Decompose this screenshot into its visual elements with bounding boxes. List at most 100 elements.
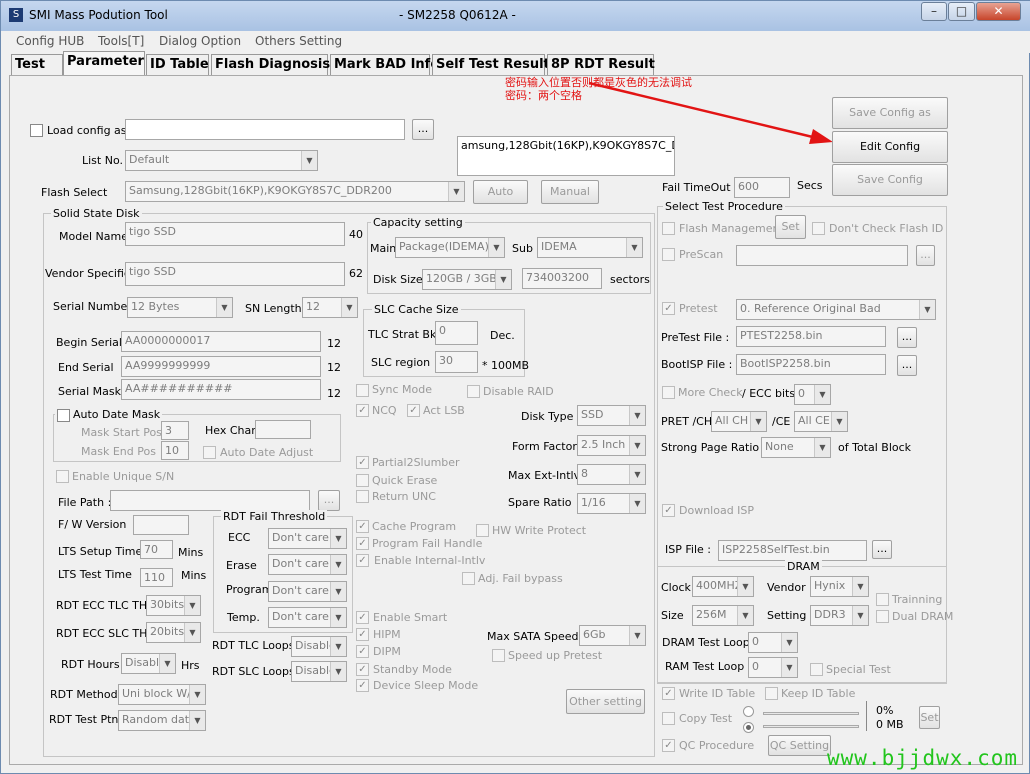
- program-threshold-select[interactable]: Don't care ▼: [268, 581, 347, 602]
- clock-select[interactable]: 400MHZ ▼: [692, 576, 754, 597]
- tab-id-table[interactable]: ID Table: [146, 54, 209, 75]
- pretest-file-input[interactable]: PTEST2258.bin: [736, 326, 886, 347]
- dipm-checkbox[interactable]: ✓: [356, 645, 369, 658]
- temp-threshold-select[interactable]: Don't care ▼: [268, 607, 347, 628]
- ecc-threshold-select[interactable]: Don't care ▼: [268, 528, 347, 549]
- adj-fail-bypass-checkbox[interactable]: [462, 572, 475, 585]
- load-config-browse-button[interactable]: ...: [412, 119, 434, 140]
- serial-number-select[interactable]: 12 Bytes ▼: [127, 297, 233, 318]
- max-ext-intlv-select[interactable]: 8 ▼: [577, 464, 646, 485]
- size-select[interactable]: 256M ▼: [692, 605, 754, 626]
- copy-test-slider-2[interactable]: [763, 725, 859, 728]
- keep-id-table-checkbox[interactable]: [765, 687, 778, 700]
- enable-smart-checkbox[interactable]: ✓: [356, 611, 369, 624]
- speed-up-pretest-checkbox[interactable]: [492, 649, 505, 662]
- tab-mark-bad-info[interactable]: Mark BAD Info: [330, 54, 439, 75]
- begin-serial-input[interactable]: AA0000000017: [121, 331, 321, 352]
- hw-write-protect-checkbox[interactable]: [476, 524, 489, 537]
- save-config-as-button[interactable]: Save Config as: [832, 97, 948, 129]
- rdt-hours-select[interactable]: Disable ▼: [121, 653, 176, 674]
- bootisp-file-input[interactable]: BootISP2258.bin: [736, 354, 886, 375]
- disable-raid-checkbox[interactable]: [467, 385, 480, 398]
- ncq-checkbox[interactable]: ✓: [356, 404, 369, 417]
- flash-select-dropdown[interactable]: Samsung,128Gbit(16KP),K9OKGY8S7C_DDR200 ▼: [125, 181, 465, 202]
- vendor-select[interactable]: Hynix ▼: [810, 576, 869, 597]
- flash-management-set-button[interactable]: Set: [775, 215, 806, 239]
- rdt-tlc-loops-select[interactable]: Disable ▼: [291, 636, 347, 657]
- other-setting-button[interactable]: Other setting: [566, 689, 645, 714]
- auto-date-adjust-checkbox[interactable]: [203, 446, 216, 459]
- prescan-checkbox[interactable]: [662, 248, 675, 261]
- dram-test-loop-select[interactable]: 0 ▼: [748, 632, 798, 653]
- max-sata-speed-select[interactable]: 6Gb ▼: [579, 625, 646, 646]
- qc-setting-button[interactable]: QC Setting: [768, 735, 831, 756]
- tab-test[interactable]: Test: [11, 54, 63, 75]
- flash-management-checkbox[interactable]: [662, 222, 675, 235]
- training-checkbox[interactable]: [876, 593, 889, 606]
- close-button[interactable]: ✕: [976, 2, 1021, 21]
- strong-page-ratio-select[interactable]: None ▼: [761, 437, 831, 458]
- mask-end-input[interactable]: 10: [161, 441, 189, 460]
- disk-size-select[interactable]: 120GB / 3GB ▼: [422, 269, 512, 290]
- rdt-test-ptn-select[interactable]: Random data ▼: [118, 710, 206, 731]
- device-sleep-mode-checkbox[interactable]: ✓: [356, 679, 369, 692]
- menu-tools[interactable]: Tools[T]: [98, 34, 144, 48]
- edit-config-button[interactable]: Edit Config: [832, 131, 948, 163]
- qc-procedure-checkbox[interactable]: ✓: [662, 739, 675, 752]
- quick-erase-checkbox[interactable]: [356, 474, 369, 487]
- special-test-checkbox[interactable]: [810, 663, 823, 676]
- main-capacity-select[interactable]: Package(IDEMA) ▼: [395, 237, 505, 258]
- end-serial-input[interactable]: AA9999999999: [121, 356, 321, 377]
- menu-config-hub[interactable]: Config HUB: [16, 34, 84, 48]
- pret-ch-select[interactable]: All CH ▼: [711, 411, 767, 432]
- copy-test-set-button[interactable]: Set: [919, 706, 940, 729]
- partial2slumber-checkbox[interactable]: ✓: [356, 456, 369, 469]
- manual-button[interactable]: Manual: [541, 180, 599, 204]
- pretest-file-browse-button[interactable]: ...: [897, 327, 917, 348]
- sn-length-select[interactable]: 12 ▼: [302, 297, 358, 318]
- copy-test-radio-1[interactable]: [743, 706, 754, 717]
- cache-program-checkbox[interactable]: ✓: [356, 520, 369, 533]
- lts-test-input[interactable]: 110: [140, 568, 173, 587]
- copy-test-slider-1[interactable]: [763, 712, 859, 715]
- enable-internal-intlv-checkbox[interactable]: ✓: [356, 554, 369, 567]
- tab-self-test-result[interactable]: Self Test Result: [432, 54, 550, 75]
- prescan-browse-button[interactable]: ...: [916, 245, 935, 266]
- copy-test-radio-2[interactable]: [743, 722, 754, 733]
- program-fail-handle-checkbox[interactable]: ✓: [356, 537, 369, 550]
- rdt-ecc-slc-select[interactable]: 20bits ▼: [146, 622, 201, 643]
- rdt-slc-loops-select[interactable]: Disable ▼: [291, 661, 347, 682]
- standby-mode-checkbox[interactable]: ✓: [356, 663, 369, 676]
- more-check-checkbox[interactable]: [662, 386, 675, 399]
- tab-parameter[interactable]: Parameter: [63, 51, 145, 75]
- minimize-button[interactable]: –: [921, 2, 947, 21]
- download-isp-checkbox[interactable]: ✓: [662, 504, 675, 517]
- load-config-checkbox[interactable]: [30, 124, 43, 137]
- auto-date-mask-checkbox[interactable]: [57, 408, 70, 422]
- menu-dialog-option[interactable]: Dialog Option: [159, 34, 241, 48]
- spare-ratio-select[interactable]: 1/16 ▼: [577, 493, 646, 514]
- sync-mode-checkbox[interactable]: [356, 384, 369, 397]
- list-no-select[interactable]: Default ▼: [125, 150, 318, 171]
- file-path-browse-button[interactable]: ...: [318, 490, 340, 511]
- ecc-bits-select[interactable]: 0 ▼: [794, 384, 831, 405]
- tab-flash-diagnosis[interactable]: Flash Diagnosis: [211, 54, 330, 75]
- auto-button[interactable]: Auto: [473, 180, 528, 204]
- fw-version-input[interactable]: [133, 515, 189, 535]
- fail-timeout-input[interactable]: 600: [734, 177, 790, 198]
- save-config-button[interactable]: Save Config: [832, 164, 948, 196]
- hipm-checkbox[interactable]: ✓: [356, 628, 369, 641]
- sectors-input[interactable]: 734003200: [522, 268, 602, 289]
- enable-unique-sn-checkbox[interactable]: [56, 470, 69, 483]
- tlc-strat-input[interactable]: 0: [435, 321, 478, 345]
- pretest-checkbox[interactable]: ✓: [662, 302, 675, 315]
- model-name-input[interactable]: tigo SSD: [125, 222, 345, 246]
- erase-threshold-select[interactable]: Don't care ▼: [268, 554, 347, 575]
- serial-mask-input[interactable]: AA##########: [121, 379, 321, 400]
- rdt-method-select[interactable]: Uni block W/R ▼: [118, 684, 206, 705]
- prescan-input[interactable]: [736, 245, 908, 266]
- load-config-input[interactable]: [125, 119, 405, 140]
- copy-test-checkbox[interactable]: [662, 712, 675, 725]
- return-unc-checkbox[interactable]: [356, 490, 369, 503]
- sub-capacity-select[interactable]: IDEMA ▼: [537, 237, 643, 258]
